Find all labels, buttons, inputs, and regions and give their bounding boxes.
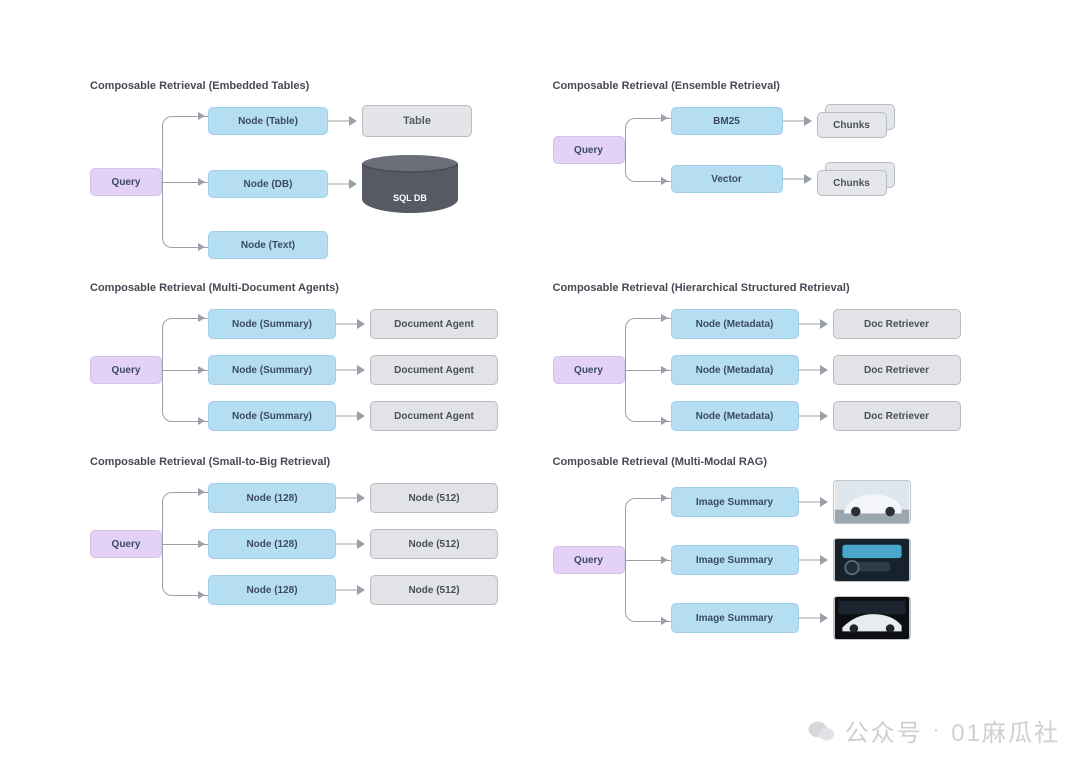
branch-connector	[162, 478, 208, 610]
node-512: Node (512)	[370, 529, 498, 559]
document-agent: Document Agent	[370, 401, 498, 431]
panel-title: Composable Retrieval (Embedded Tables)	[90, 80, 528, 92]
node-metadata: Node (Metadata)	[671, 401, 799, 431]
doc-retriever: Doc Retriever	[833, 401, 961, 431]
node-image-summary: Image Summary	[671, 603, 799, 633]
arrow-icon	[783, 172, 817, 186]
chunks-stack: Chunks	[817, 104, 895, 138]
node-512: Node (512)	[370, 483, 498, 513]
arrow-icon	[336, 491, 370, 505]
node-512: Node (512)	[370, 575, 498, 605]
node-text: Node (Text)	[208, 231, 328, 259]
node-table: Node (Table)	[208, 107, 328, 135]
panel-hierarchical: Composable Retrieval (Hierarchical Struc…	[553, 282, 991, 436]
panel-multi-doc-agents: Composable Retrieval (Multi-Document Age…	[90, 282, 528, 436]
watermark-prefix: 公众号	[845, 713, 923, 748]
panel-title: Composable Retrieval (Hierarchical Struc…	[553, 282, 991, 294]
panel-ensemble: Composable Retrieval (Ensemble Retrieval…	[553, 80, 991, 262]
car-interior-icon	[834, 539, 910, 581]
image-thumbnail	[833, 480, 911, 524]
node-db: Node (DB)	[208, 170, 328, 198]
panel-title: Composable Retrieval (Multi-Modal RAG)	[553, 456, 991, 468]
branch-connector	[625, 478, 671, 642]
wechat-icon	[807, 719, 835, 743]
arrow-icon	[336, 317, 370, 331]
node-summary: Node (Summary)	[208, 401, 336, 431]
watermark: 公众号 · 01麻瓜社	[807, 713, 1060, 748]
query-box: Query	[553, 546, 625, 574]
document-agent: Document Agent	[370, 355, 498, 385]
branch-connector	[162, 102, 208, 262]
table-output: Table	[362, 105, 472, 137]
chunk-label: Chunks	[817, 112, 887, 138]
node-128: Node (128)	[208, 575, 336, 605]
arrow-icon	[336, 363, 370, 377]
arrow-icon	[328, 114, 362, 128]
arrow-icon	[336, 583, 370, 597]
node-summary: Node (Summary)	[208, 309, 336, 339]
arrow-icon	[336, 537, 370, 551]
arrow-icon	[799, 495, 833, 509]
branch-connector	[625, 304, 671, 436]
query-box: Query	[553, 136, 625, 164]
doc-retriever: Doc Retriever	[833, 309, 961, 339]
watermark-sep: ·	[933, 719, 942, 742]
sql-db-cylinder: SQL DB	[362, 155, 458, 213]
query-box: Query	[553, 356, 625, 384]
branch-connector	[162, 304, 208, 436]
node-128: Node (128)	[208, 529, 336, 559]
node-vector: Vector	[671, 165, 783, 193]
panel-small-to-big: Composable Retrieval (Small-to-Big Retri…	[90, 456, 528, 642]
chunk-label: Chunks	[817, 170, 887, 196]
node-summary: Node (Summary)	[208, 355, 336, 385]
node-128: Node (128)	[208, 483, 336, 513]
node-image-summary: Image Summary	[671, 545, 799, 575]
query-box: Query	[90, 356, 162, 384]
db-label: SQL DB	[362, 193, 458, 203]
branch-connector	[625, 102, 671, 198]
image-thumbnail	[833, 538, 911, 582]
chunks-stack: Chunks	[817, 162, 895, 196]
node-metadata: Node (Metadata)	[671, 309, 799, 339]
arrow-icon	[799, 409, 833, 423]
arrow-icon	[799, 553, 833, 567]
arrow-icon	[799, 611, 833, 625]
car-exterior-icon	[834, 481, 910, 523]
panel-multimodal-rag: Composable Retrieval (Multi-Modal RAG) Q…	[553, 456, 991, 642]
query-box: Query	[90, 168, 162, 196]
document-agent: Document Agent	[370, 309, 498, 339]
doc-retriever: Doc Retriever	[833, 355, 961, 385]
panel-title: Composable Retrieval (Small-to-Big Retri…	[90, 456, 528, 468]
panel-title: Composable Retrieval (Multi-Document Age…	[90, 282, 528, 294]
arrow-icon	[799, 363, 833, 377]
arrow-icon	[799, 317, 833, 331]
arrow-icon	[783, 114, 817, 128]
arrow-icon	[336, 409, 370, 423]
car-showroom-icon	[834, 597, 910, 639]
node-image-summary: Image Summary	[671, 487, 799, 517]
panel-title: Composable Retrieval (Ensemble Retrieval…	[553, 80, 991, 92]
arrow-icon	[328, 177, 362, 191]
image-thumbnail	[833, 596, 911, 640]
node-bm25: BM25	[671, 107, 783, 135]
diagram-grid: Composable Retrieval (Embedded Tables) Q…	[0, 0, 1080, 702]
panel-embedded-tables: Composable Retrieval (Embedded Tables) Q…	[90, 80, 528, 262]
query-box: Query	[90, 530, 162, 558]
watermark-name: 01麻瓜社	[951, 713, 1060, 748]
node-metadata: Node (Metadata)	[671, 355, 799, 385]
